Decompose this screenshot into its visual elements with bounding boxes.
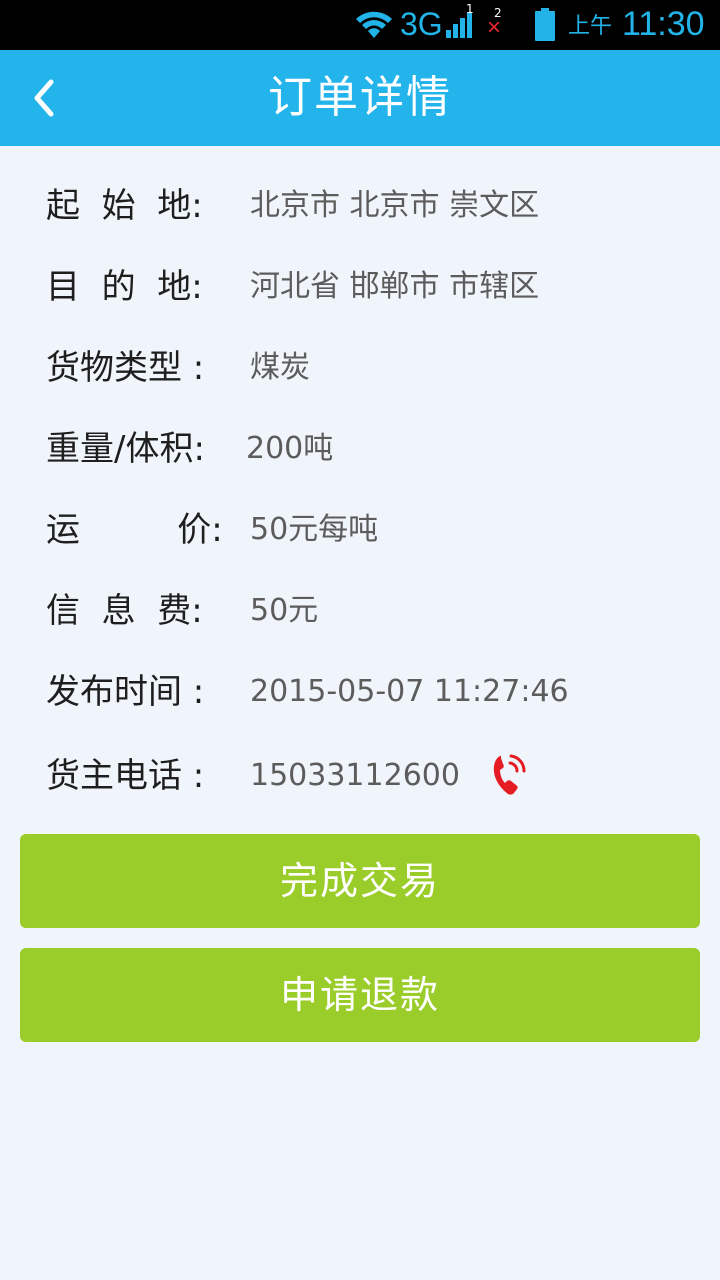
- weight-value: 200吨: [246, 431, 334, 466]
- wifi-icon: [356, 11, 392, 38]
- detail-row-destination: 目 的 地: 河北省 邯郸市 市辖区: [0, 257, 720, 317]
- origin-label: 起 始 地:: [46, 186, 203, 226]
- back-button[interactable]: [14, 66, 74, 130]
- page-title: 订单详情: [268, 72, 452, 123]
- weight-label: 重量/体积:: [46, 429, 205, 469]
- cargo-type-label: 货物类型 :: [46, 348, 205, 388]
- detail-row-weight: 重量/体积: 200吨: [0, 419, 720, 479]
- destination-value: 河北省 邯郸市 市辖区: [250, 269, 540, 304]
- info-fee-value: 50元: [250, 593, 319, 628]
- phone-icon[interactable]: [490, 750, 528, 798]
- publish-time-label: 发布时间 :: [46, 672, 205, 712]
- no-sim-icon: ×: [487, 14, 502, 41]
- detail-row-origin: 起 始 地: 北京市 北京市 崇文区: [0, 176, 720, 236]
- chevron-left-icon: [34, 79, 54, 117]
- publish-time-value: 2015-05-07 11:27:46: [250, 674, 569, 709]
- owner-phone-label: 货主电话 :: [46, 756, 205, 796]
- owner-phone-value[interactable]: 15033112600: [250, 752, 460, 800]
- detail-row-owner-phone: 货主电话 : 15033112600: [0, 746, 720, 806]
- title-bar: 订单详情: [0, 50, 720, 146]
- detail-row-cargo-type: 货物类型 : 煤炭: [0, 338, 720, 398]
- freight-label: 运 价:: [46, 510, 223, 550]
- cargo-type-value: 煤炭: [250, 350, 310, 385]
- sim1-indicator: 1: [466, 2, 474, 16]
- freight-value: 50元每吨: [250, 512, 379, 547]
- status-bar: 3G 1 2 × 上午 11:30: [0, 0, 720, 50]
- battery-icon: [535, 8, 555, 41]
- apply-refund-button[interactable]: 申请退款: [20, 948, 700, 1042]
- status-ampm: 上午: [568, 14, 613, 39]
- info-fee-label: 信 息 费:: [46, 591, 203, 631]
- complete-trade-button[interactable]: 完成交易: [20, 834, 700, 928]
- status-time: 11:30: [622, 5, 705, 43]
- network-type: 3G: [400, 6, 443, 42]
- detail-row-info-fee: 信 息 费: 50元: [0, 581, 720, 641]
- detail-row-publish-time: 发布时间 : 2015-05-07 11:27:46: [0, 662, 720, 722]
- origin-value: 北京市 北京市 崇文区: [250, 188, 540, 223]
- detail-row-freight: 运 价: 50元每吨: [0, 500, 720, 560]
- destination-label: 目 的 地:: [46, 267, 203, 307]
